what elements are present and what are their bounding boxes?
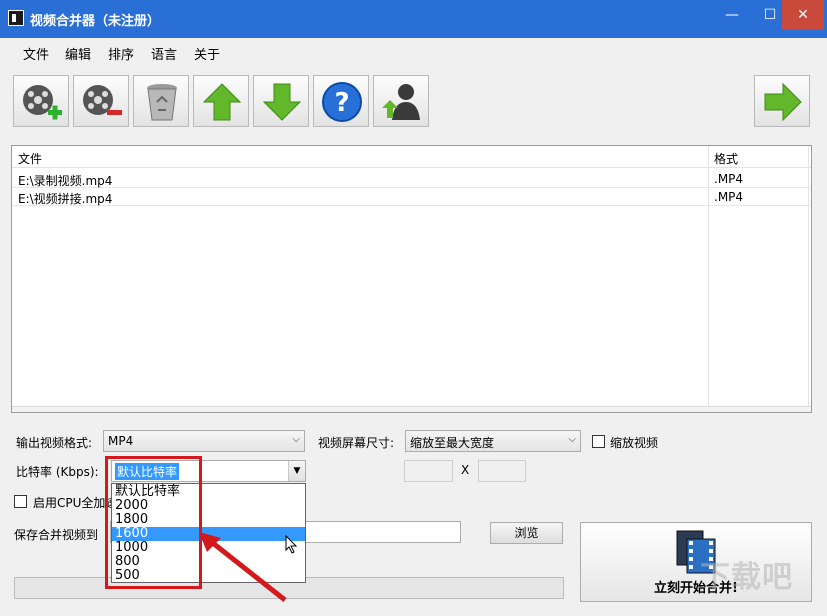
output-format-select[interactable]: MP4 ⌵	[103, 430, 305, 452]
user-upload-icon	[382, 84, 420, 120]
title-bar: 视频合并器（未注册） — ☐ ✕	[0, 0, 827, 38]
menu-edit[interactable]: 编辑	[65, 44, 91, 63]
browse-button[interactable]: 浏览	[490, 522, 563, 544]
height-input[interactable]	[478, 460, 526, 482]
chevron-down-icon[interactable]: ▼	[288, 461, 305, 481]
watermark-text: 下载吧	[700, 560, 793, 595]
column-header-format[interactable]: 格式	[714, 150, 738, 167]
film-reel-remove-icon	[83, 85, 122, 115]
menu-about[interactable]: 关于	[194, 44, 220, 63]
minimize-button[interactable]: —	[713, 0, 751, 30]
menu-bar: 文件 编辑 排序 语言 关于	[1, 38, 826, 66]
move-up-button[interactable]	[193, 75, 249, 127]
help-button[interactable]: ?	[313, 75, 369, 127]
svg-text:?: ?	[334, 88, 349, 118]
menu-sort[interactable]: 排序	[108, 44, 134, 63]
film-reel-add-icon	[23, 85, 62, 120]
cpu-acceleration-checkbox[interactable]	[14, 495, 27, 508]
annotation-arrow-icon	[199, 532, 287, 602]
clear-list-button[interactable]	[133, 75, 189, 127]
horizontal-scrollbar[interactable]	[12, 406, 811, 412]
screen-size-select[interactable]: 缩放至最大宽度 ⌵	[405, 430, 581, 452]
save-to-label: 保存合并视频到	[14, 528, 99, 542]
window-title: 视频合并器（未注册）	[30, 14, 161, 29]
zoom-video-label: 缩放视频	[610, 436, 659, 450]
file-cell: E:\录制视频.mp4	[18, 174, 113, 188]
list-header: 文件 格式	[12, 146, 811, 168]
width-input[interactable]	[404, 460, 453, 482]
chevron-down-icon: ⌵	[292, 434, 300, 445]
screen-size-value: 缩放至最大宽度	[410, 436, 495, 450]
move-down-button[interactable]	[253, 75, 309, 127]
table-row[interactable]: E:\视频拼接.mp4 .MP4	[12, 188, 811, 206]
next-button[interactable]	[754, 75, 810, 127]
annotation-highlight-box	[105, 456, 202, 589]
mouse-cursor-icon	[285, 535, 298, 554]
arrow-up-icon	[202, 83, 242, 121]
file-cell: E:\视频拼接.mp4	[18, 192, 113, 206]
arrow-down-icon	[262, 83, 302, 121]
menu-file[interactable]: 文件	[23, 44, 49, 63]
app-icon	[8, 10, 24, 26]
zoom-video-checkbox[interactable]	[592, 435, 605, 448]
column-header-file[interactable]: 文件	[18, 150, 42, 167]
help-icon: ?	[322, 82, 362, 122]
register-button[interactable]	[373, 75, 429, 127]
close-button[interactable]: ✕	[782, 0, 824, 30]
recycle-bin-icon	[147, 84, 177, 121]
output-format-label: 输出视频格式:	[16, 436, 93, 450]
menu-language[interactable]: 语言	[151, 44, 177, 63]
bitrate-label: 比特率 (Kbps):	[16, 465, 99, 479]
file-list[interactable]: 文件 格式 E:\录制视频.mp4 .MP4 E:\视频拼接.mp4 .MP4	[11, 145, 812, 413]
add-video-button[interactable]	[13, 75, 69, 127]
chevron-down-icon: ⌵	[568, 434, 576, 445]
remove-video-button[interactable]	[73, 75, 129, 127]
format-cell: .MP4	[714, 172, 744, 186]
screen-size-label: 视频屏幕尺寸:	[318, 436, 395, 450]
output-format-value: MP4	[108, 434, 134, 448]
size-x-label: X	[461, 463, 470, 477]
arrow-right-icon	[764, 82, 802, 122]
table-row[interactable]: E:\录制视频.mp4 .MP4	[12, 170, 811, 188]
format-cell: .MP4	[714, 190, 744, 204]
